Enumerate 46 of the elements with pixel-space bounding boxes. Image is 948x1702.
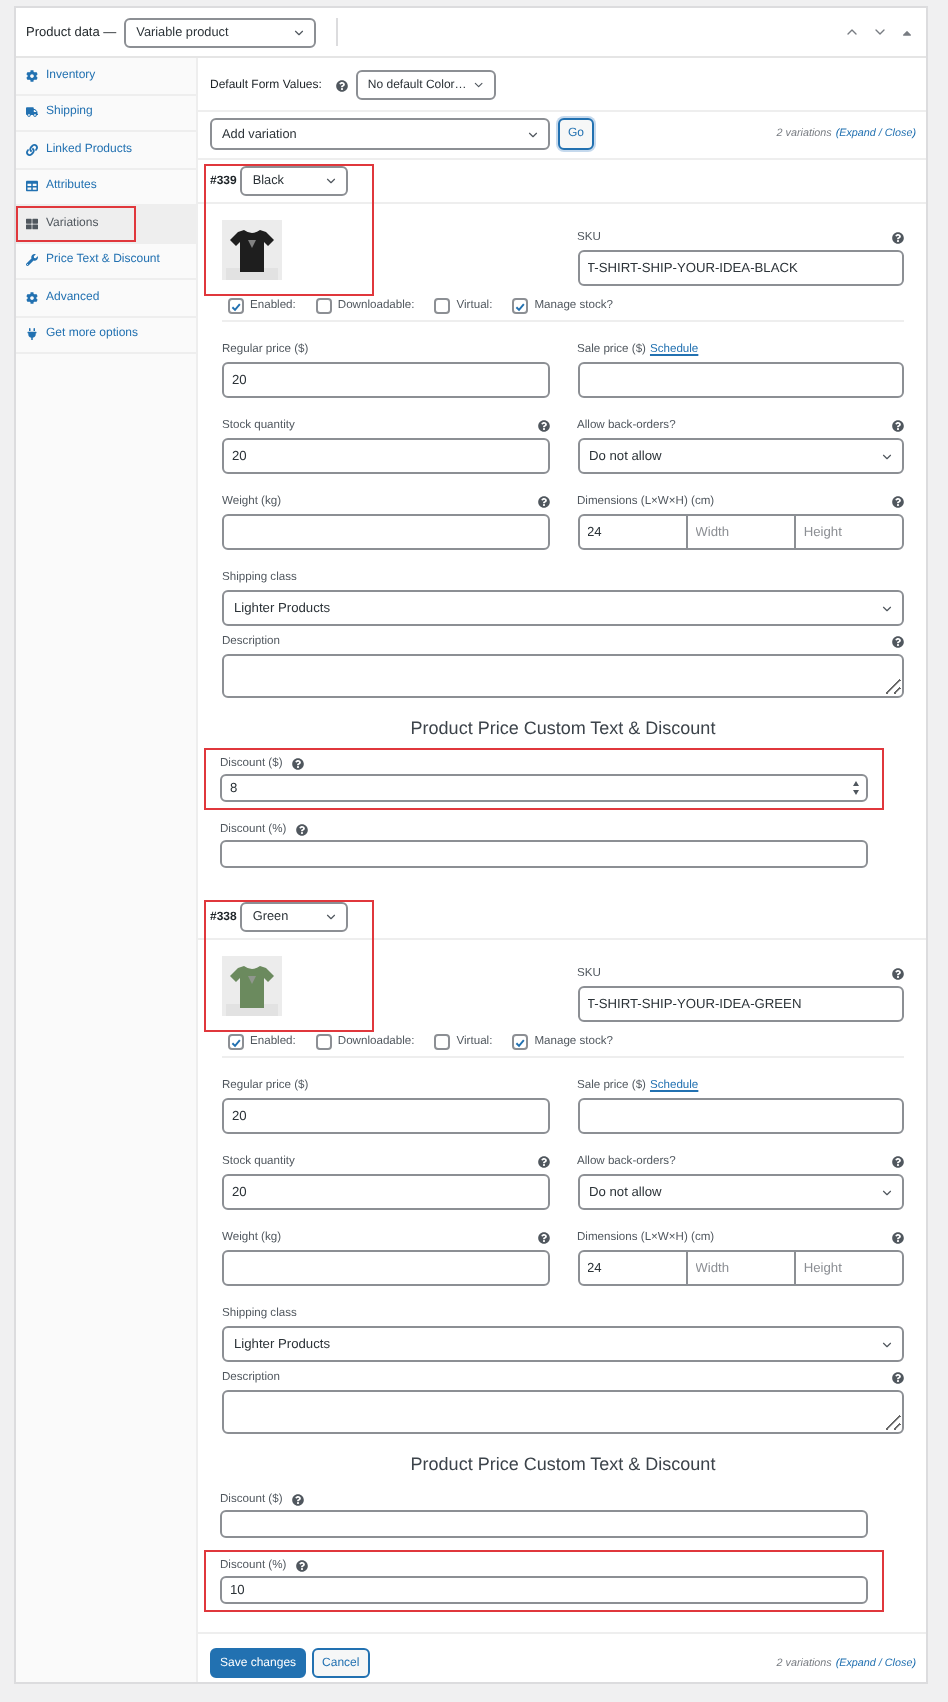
checkbox[interactable] xyxy=(228,298,244,314)
table-icon xyxy=(26,180,38,193)
checkbox[interactable] xyxy=(315,1034,332,1050)
chevron-icon xyxy=(526,127,540,141)
chevron-icon xyxy=(880,601,894,615)
section-heading: Product Price Custom Text & Discount xyxy=(408,1452,718,1478)
checkbox[interactable] xyxy=(315,298,332,314)
help-icon xyxy=(292,757,305,769)
checkbox[interactable] xyxy=(434,1034,451,1050)
checkbox[interactable] xyxy=(512,1034,529,1050)
chevron-icon xyxy=(880,1337,894,1351)
text-field[interactable] xyxy=(577,362,904,398)
chevron-icon xyxy=(472,78,486,92)
gear-icon xyxy=(26,69,38,82)
wrench-icon xyxy=(26,254,38,267)
text-field[interactable] xyxy=(220,1510,868,1538)
section-heading: Product Price Custom Text & Discount xyxy=(408,716,718,742)
text-field[interactable] xyxy=(577,1098,904,1134)
help-icon xyxy=(296,823,309,835)
chevron-icon xyxy=(324,910,339,924)
chevron-down-icon[interactable] xyxy=(872,24,888,40)
spinner-icon[interactable] xyxy=(852,780,860,796)
description-field[interactable] xyxy=(222,1390,904,1434)
gear-icon xyxy=(26,291,38,304)
text-field[interactable] xyxy=(222,1250,549,1286)
help-icon xyxy=(292,1493,305,1505)
help-icon xyxy=(892,231,904,243)
checkbox[interactable] xyxy=(228,1034,244,1050)
help-icon xyxy=(892,967,904,979)
chevron-icon xyxy=(880,1185,894,1199)
chevron-icon xyxy=(292,25,307,39)
caret-up-icon[interactable] xyxy=(900,25,914,39)
chevron-icon xyxy=(324,174,339,188)
text-field[interactable] xyxy=(220,840,868,868)
text-field[interactable] xyxy=(222,514,549,550)
checkbox[interactable] xyxy=(512,298,529,314)
truck-icon xyxy=(26,106,38,119)
link-icon xyxy=(26,143,38,156)
description-field[interactable] xyxy=(222,654,904,698)
plug-icon xyxy=(26,328,38,341)
chevron-up-icon[interactable] xyxy=(844,24,860,40)
help-icon xyxy=(296,1559,309,1571)
grid-icon xyxy=(26,217,38,230)
chevron-icon xyxy=(880,449,894,463)
checkbox[interactable] xyxy=(434,298,451,314)
help-icon xyxy=(335,79,348,91)
